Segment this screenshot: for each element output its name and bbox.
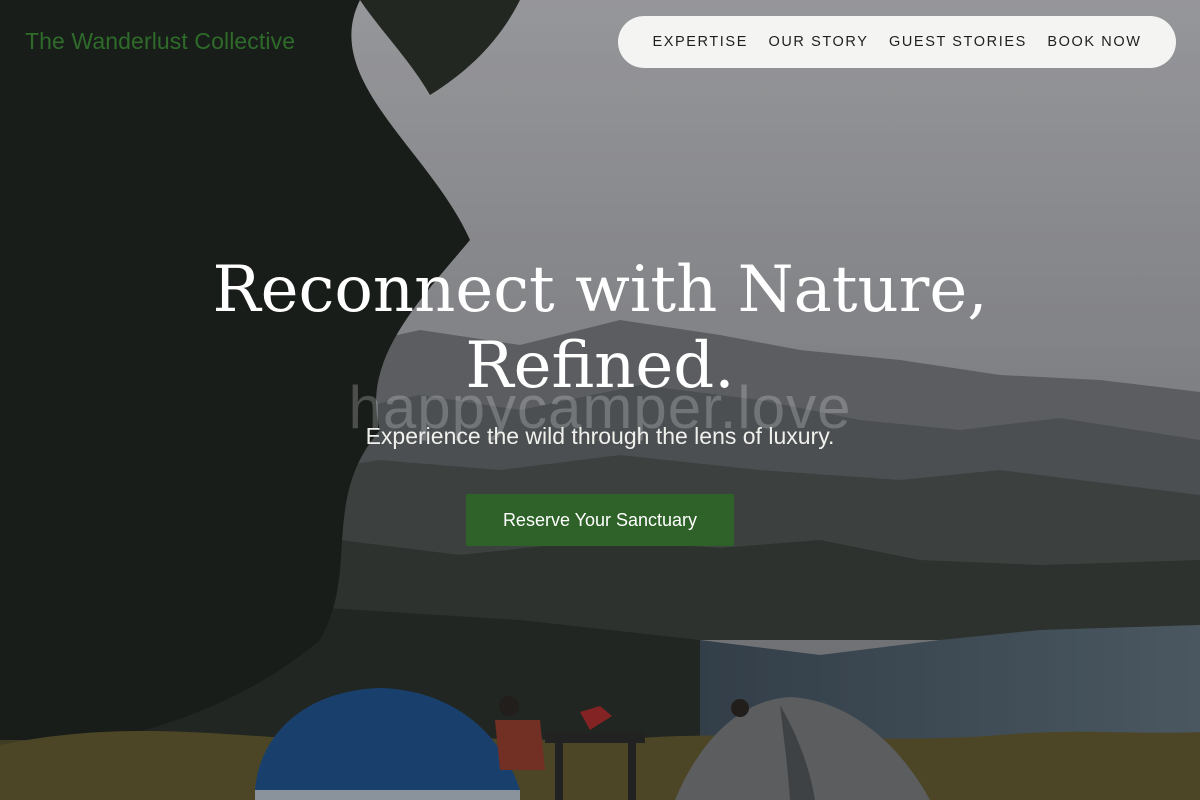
reserve-sanctuary-button[interactable]: Reserve Your Sanctuary xyxy=(466,494,734,546)
brand-logo[interactable]: The Wanderlust Collective xyxy=(25,28,295,55)
main-nav: EXPERTISE OUR STORY GUEST STORIES BOOK N… xyxy=(618,16,1176,68)
nav-item-book-now[interactable]: BOOK NOW xyxy=(1047,34,1141,50)
hero-headline-line-1: Reconnect with Nature, xyxy=(212,253,988,327)
nav-item-expertise[interactable]: EXPERTISE xyxy=(652,34,748,50)
hero-subheadline: Experience the wild through the lens of … xyxy=(365,423,835,449)
nav-item-our-story[interactable]: OUR STORY xyxy=(768,34,868,50)
hero-section: The Wanderlust Collective EXPERTISE OUR … xyxy=(0,0,1200,800)
nav-item-guest-stories[interactable]: GUEST STORIES xyxy=(889,34,1027,50)
